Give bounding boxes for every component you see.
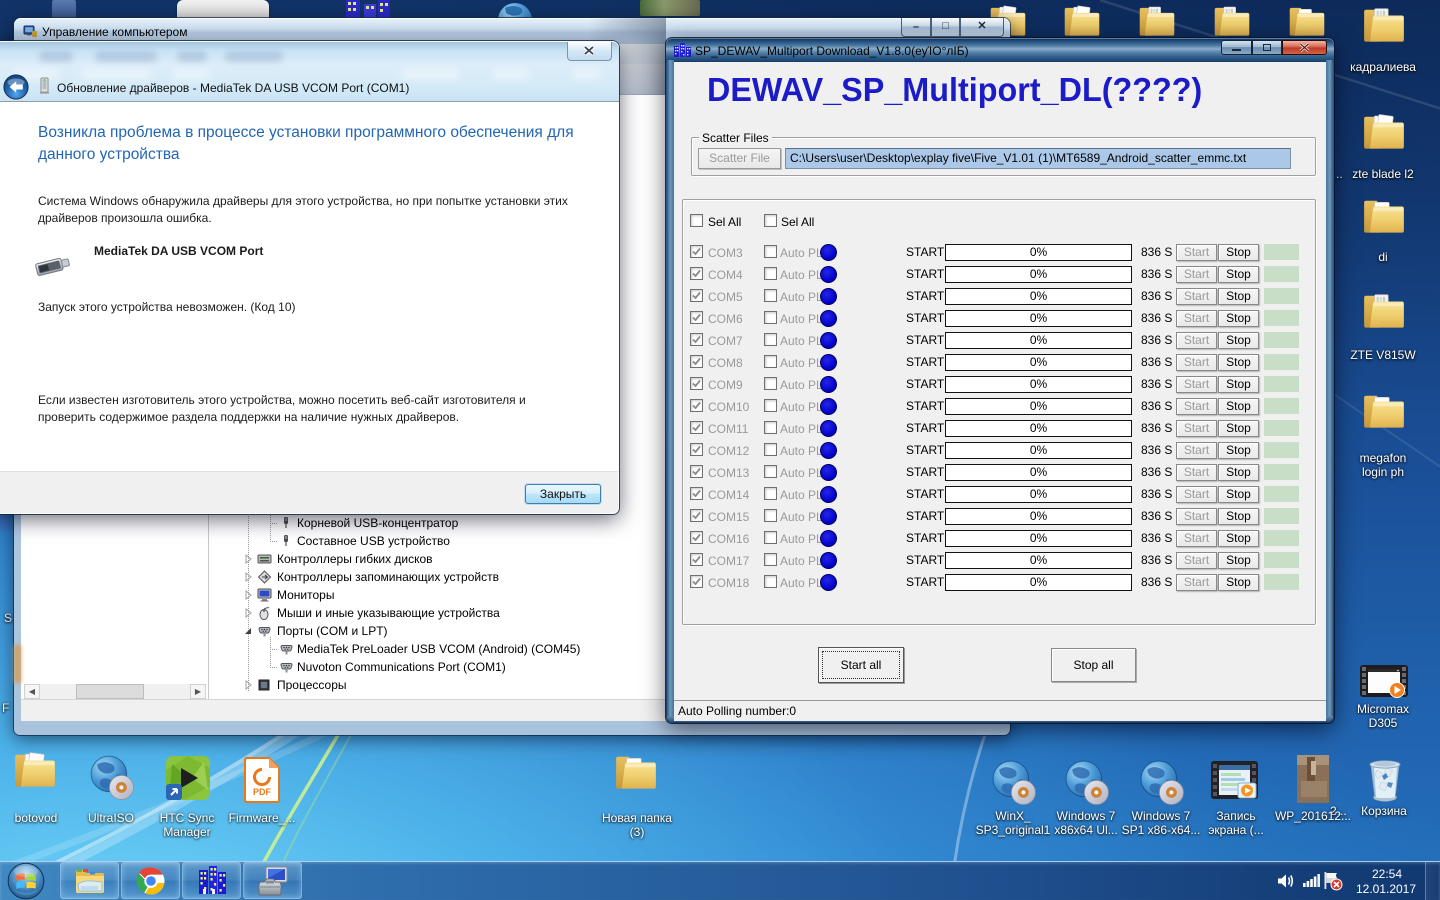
svg-text:PDF: PDF bbox=[253, 787, 272, 797]
